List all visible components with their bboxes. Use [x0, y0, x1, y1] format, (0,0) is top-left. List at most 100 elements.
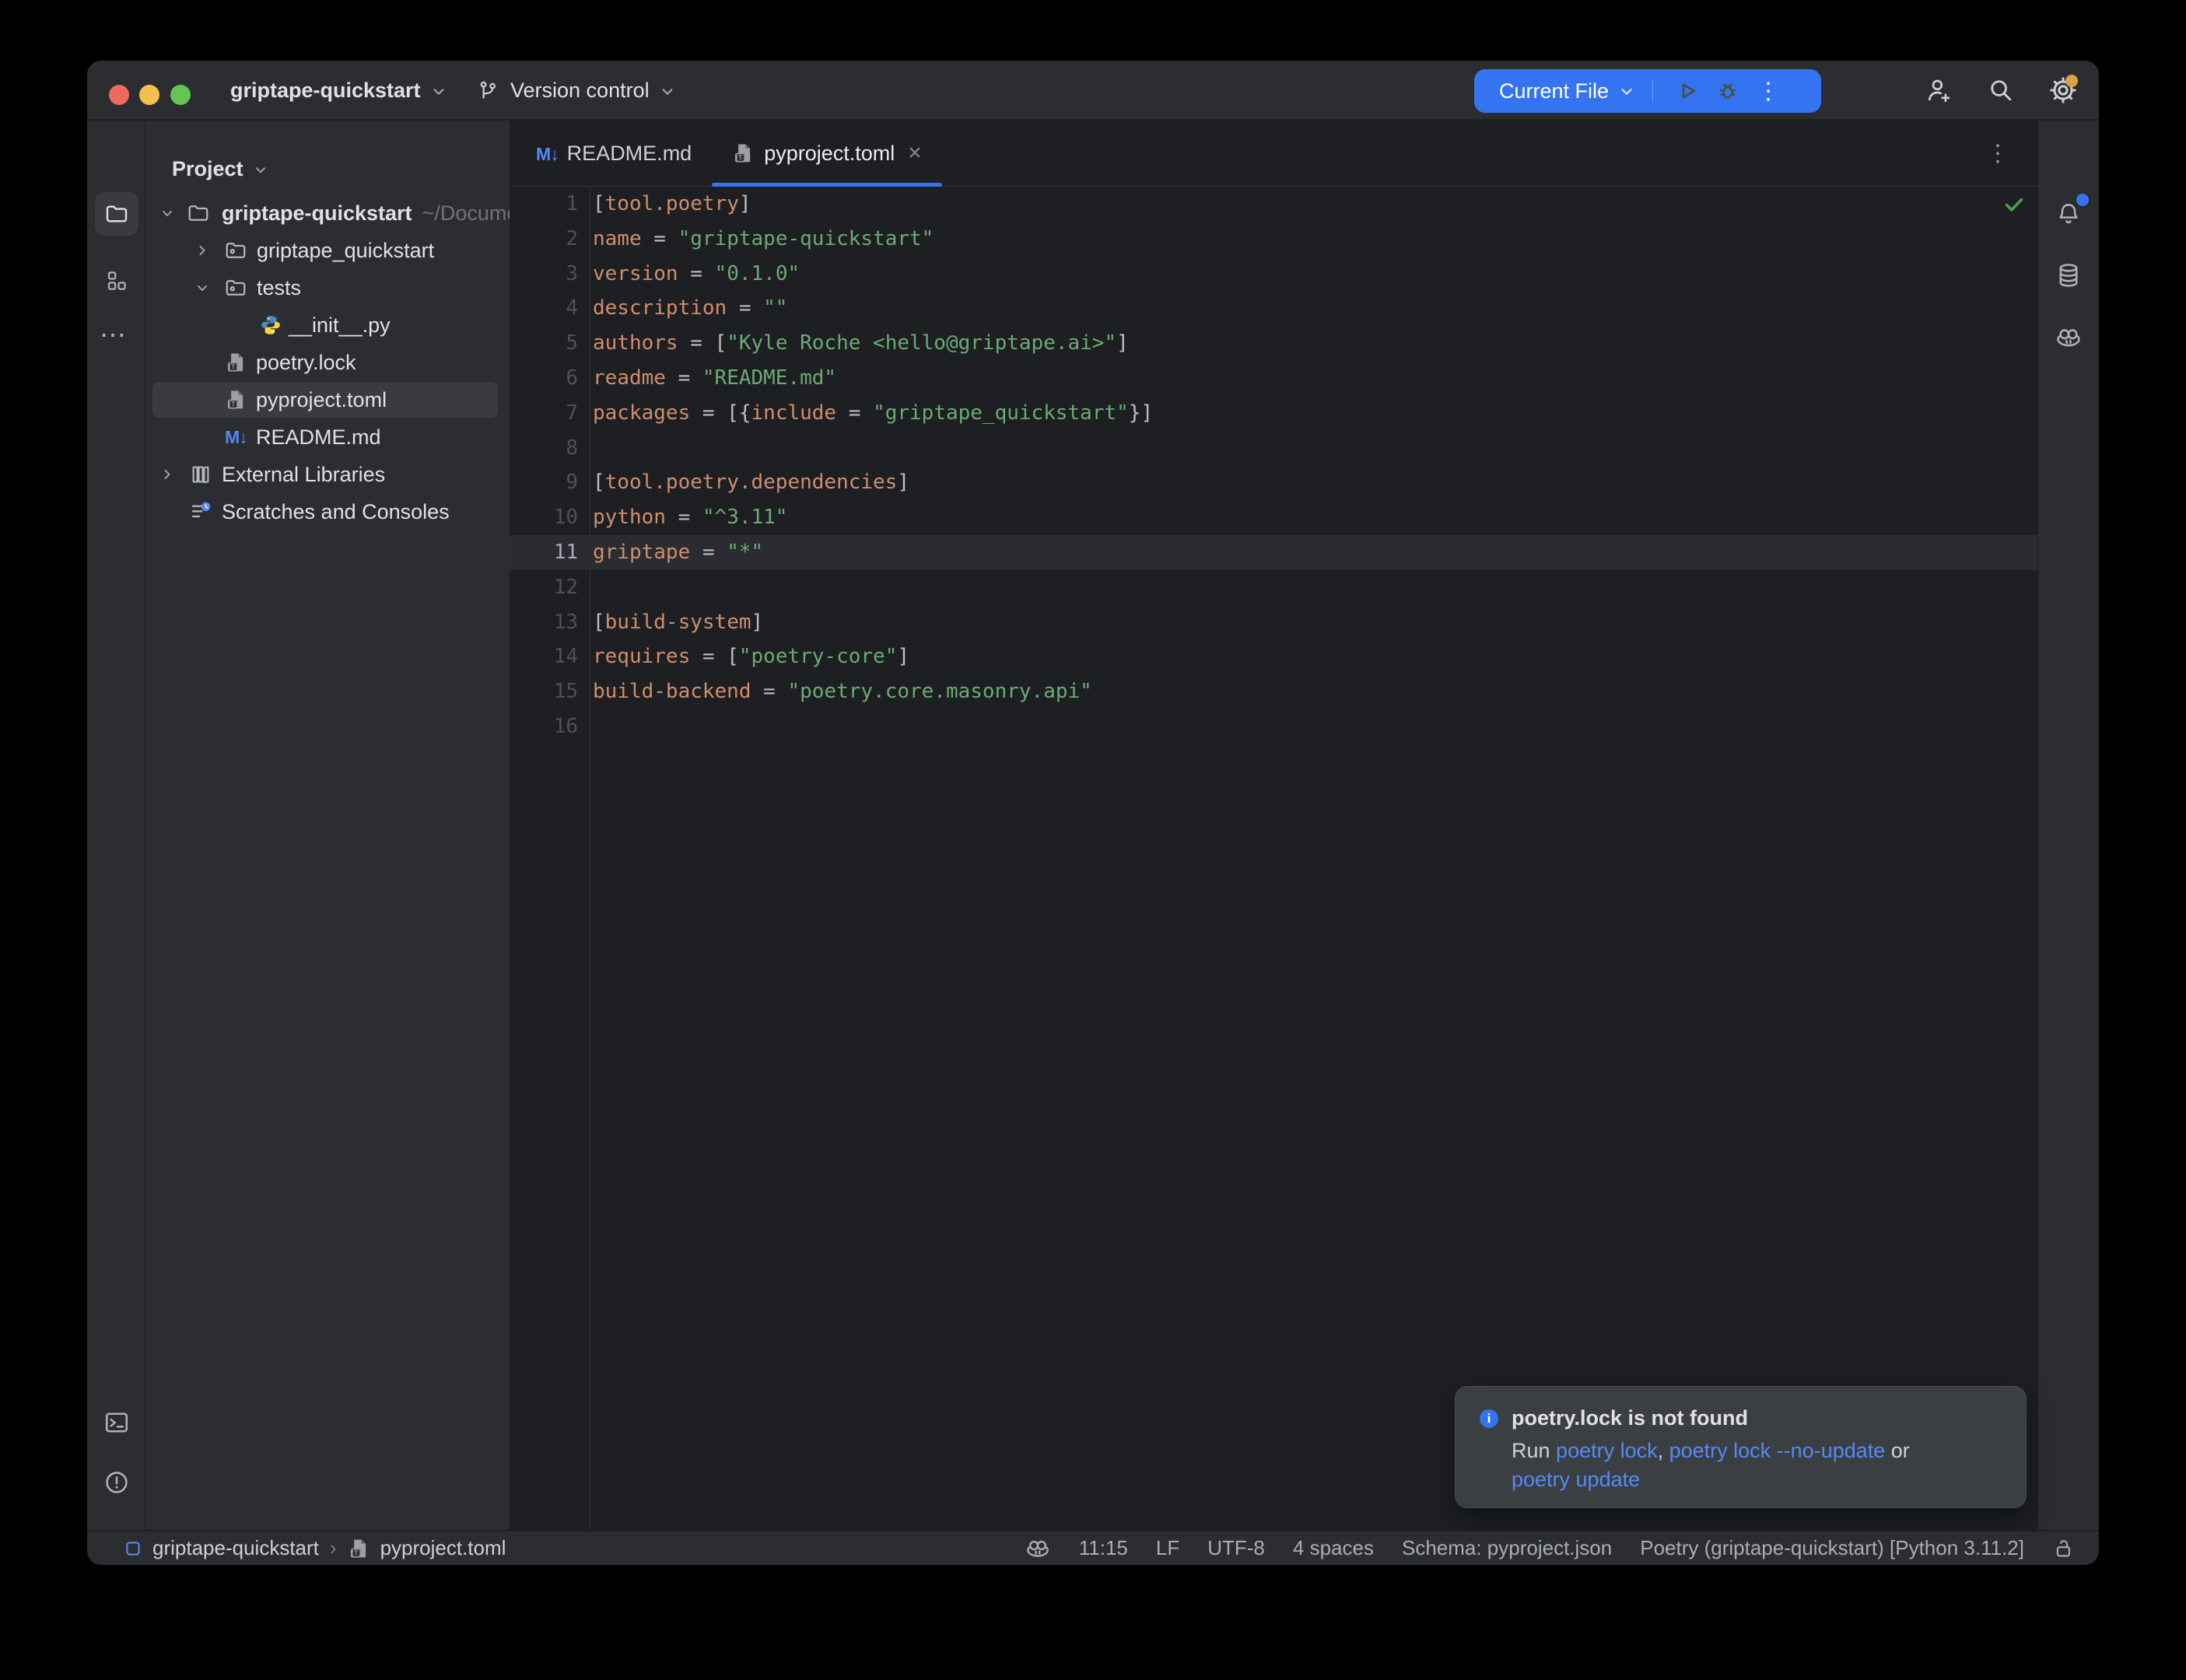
code-line-16[interactable]: 16 — [510, 709, 2037, 744]
code-line-14[interactable]: 14requires = ["poetry-core"] — [510, 639, 2037, 674]
title-bar: griptape-quickstart Version control Curr… — [87, 61, 2099, 121]
line-number[interactable]: 12 — [510, 570, 590, 605]
tree-item-pyproject.toml[interactable]: [T] pyproject.toml — [145, 381, 510, 418]
tab-options-kebab-icon[interactable]: ⋮ — [1986, 121, 2009, 187]
project-panel: Project griptape-quickstart ~/Docume gri… — [145, 121, 510, 1530]
code-line-1[interactable]: 1[tool.poetry] — [510, 187, 2037, 222]
line-number[interactable]: 6 — [510, 361, 590, 396]
close-icon[interactable]: × — [908, 142, 922, 165]
code-line-10[interactable]: 10python = "^3.11" — [510, 500, 2037, 535]
copilot-icon[interactable] — [1025, 1535, 1051, 1562]
line-number[interactable]: 15 — [510, 674, 590, 709]
line-number[interactable]: 7 — [510, 396, 590, 431]
line-number[interactable]: 10 — [510, 500, 590, 535]
vcs-widget[interactable]: Version control — [476, 61, 676, 121]
debug-button[interactable] — [1708, 69, 1748, 113]
run-configuration-widget[interactable]: Current File ⋮ — [1474, 69, 1821, 113]
chevron-down-icon[interactable] — [159, 194, 175, 232]
status-widget-utf-8[interactable]: UTF-8 — [1207, 1536, 1265, 1560]
run-config-selector[interactable]: Current File — [1499, 79, 1635, 103]
tree-item-label: poetry.lock — [256, 351, 356, 375]
tree-item-scratches-and-consoles[interactable]: Scratches and Consoles — [145, 493, 510, 530]
line-number[interactable]: 1 — [510, 187, 590, 222]
settings-gear-icon[interactable] — [2048, 75, 2079, 106]
project-tool-window-button[interactable] — [95, 192, 138, 236]
notification-text: , — [1658, 1439, 1669, 1462]
unlock-icon[interactable] — [2052, 1537, 2076, 1560]
status-widget-poetry-griptape-quickstart-python-3-11-2-[interactable]: Poetry (griptape-quickstart) [Python 3.1… — [1640, 1536, 2024, 1560]
minimize-window-button[interactable] — [139, 85, 159, 105]
inspections-ok-checkmark-icon[interactable] — [2002, 193, 2026, 216]
tree-item-__init__.py[interactable]: __init__.py — [145, 306, 510, 344]
notification-action-link[interactable]: poetry update — [1512, 1468, 1640, 1491]
status-widget-4-spaces[interactable]: 4 spaces — [1293, 1536, 1374, 1560]
line-number[interactable]: 3 — [510, 257, 590, 292]
notification-action-link[interactable]: poetry lock --no-update — [1669, 1439, 1886, 1462]
line-number[interactable]: 8 — [510, 431, 590, 466]
code-line-6[interactable]: 6readme = "README.md" — [510, 361, 2037, 396]
search-icon[interactable] — [1985, 75, 2016, 106]
tree-item-label: tests — [257, 276, 301, 300]
more-tool-windows-button[interactable]: ⋯ — [100, 320, 129, 351]
code-line-12[interactable]: 12 — [510, 570, 2037, 605]
code-line-8[interactable]: 8 — [510, 431, 2037, 466]
more-run-options-button[interactable]: ⋮ — [1748, 69, 1788, 113]
close-window-button[interactable] — [109, 85, 129, 105]
code-editor[interactable]: 1[tool.poetry]2name = "griptape-quicksta… — [510, 187, 2037, 744]
svg-text:[T]: [T] — [735, 155, 746, 162]
status-breadcrumb: griptape-quickstart › [T] pyproject.toml — [87, 1536, 1025, 1560]
line-number[interactable]: 2 — [510, 222, 590, 257]
line-number[interactable]: 14 — [510, 639, 590, 674]
problems-tool-window-button[interactable] — [95, 1461, 138, 1504]
tree-item-external-libraries[interactable]: External Libraries — [145, 456, 510, 493]
chevron-down-icon — [1618, 82, 1635, 100]
tree-item-poetry.lock[interactable]: [T] poetry.lock — [145, 344, 510, 381]
tree-item-tests[interactable]: tests — [145, 269, 510, 306]
database-icon — [2055, 261, 2083, 289]
tab-pyproject.toml[interactable]: [T] pyproject.toml × — [712, 121, 942, 186]
folder-src-icon — [224, 232, 247, 269]
code-line-15[interactable]: 15build-backend = "poetry.core.masonry.a… — [510, 674, 2037, 709]
code-line-11[interactable]: 11griptape = "*" — [510, 535, 2037, 570]
chevron-right-icon[interactable] — [159, 456, 175, 493]
tab-readme.md[interactable]: M↓ README.md — [516, 121, 712, 186]
line-number[interactable]: 9 — [510, 465, 590, 500]
line-number[interactable]: 4 — [510, 291, 590, 326]
code-line-7[interactable]: 7packages = [{include = "griptape_quicks… — [510, 396, 2037, 431]
structure-tool-window-button[interactable] — [95, 259, 138, 303]
copilot-tool-window-button[interactable] — [2047, 316, 2090, 359]
line-number[interactable]: 16 — [510, 709, 590, 744]
run-button[interactable] — [1667, 69, 1708, 113]
status-widgets: 11:15 LF UTF-8 4 spaces Schema: pyproject.js… — [1025, 1535, 2099, 1562]
database-tool-window-button[interactable] — [2047, 254, 2090, 297]
terminal-tool-window-button[interactable] — [95, 1401, 138, 1444]
zoom-window-button[interactable] — [170, 85, 191, 105]
add-user-icon[interactable] — [1923, 75, 1954, 106]
line-number[interactable]: 11 — [510, 535, 590, 570]
project-widget[interactable]: griptape-quickstart — [230, 61, 447, 121]
code-text: version = "0.1.0" — [593, 257, 800, 292]
code-line-2[interactable]: 2name = "griptape-quickstart" — [510, 222, 2037, 257]
tree-item-readme.md[interactable]: M↓ README.md — [145, 418, 510, 456]
notifications-badge — [2076, 194, 2089, 206]
code-line-3[interactable]: 3version = "0.1.0" — [510, 257, 2037, 292]
status-widget-lf[interactable]: LF — [1156, 1536, 1179, 1560]
breadcrumb-file[interactable]: pyproject.toml — [380, 1536, 506, 1560]
code-line-13[interactable]: 13[build-system] — [510, 605, 2037, 640]
notification-action-link[interactable]: poetry lock — [1556, 1439, 1658, 1462]
code-line-9[interactable]: 9[tool.poetry.dependencies] — [510, 465, 2037, 500]
breadcrumb-project[interactable]: griptape-quickstart — [152, 1536, 319, 1560]
project-panel-header[interactable]: Project — [172, 157, 268, 181]
line-number[interactable]: 13 — [510, 605, 590, 640]
code-line-4[interactable]: 4description = "" — [510, 291, 2037, 326]
code-line-5[interactable]: 5authors = ["Kyle Roche <hello@griptape.… — [510, 326, 2037, 361]
markdown-icon: M↓ — [536, 142, 559, 166]
line-number[interactable]: 5 — [510, 326, 590, 361]
tree-item-griptape-quickstart[interactable]: griptape-quickstart ~/Docume — [145, 194, 510, 232]
chevron-right-icon[interactable] — [194, 232, 210, 269]
status-widget-11[interactable]: 11:15 — [1079, 1536, 1128, 1560]
notifications-tool-window-button[interactable] — [2047, 192, 2090, 236]
tree-item-griptape_quickstart[interactable]: griptape_quickstart — [145, 232, 510, 269]
chevron-down-icon[interactable] — [194, 269, 210, 306]
status-widget-schema[interactable]: Schema: pyproject.json — [1402, 1536, 1612, 1560]
